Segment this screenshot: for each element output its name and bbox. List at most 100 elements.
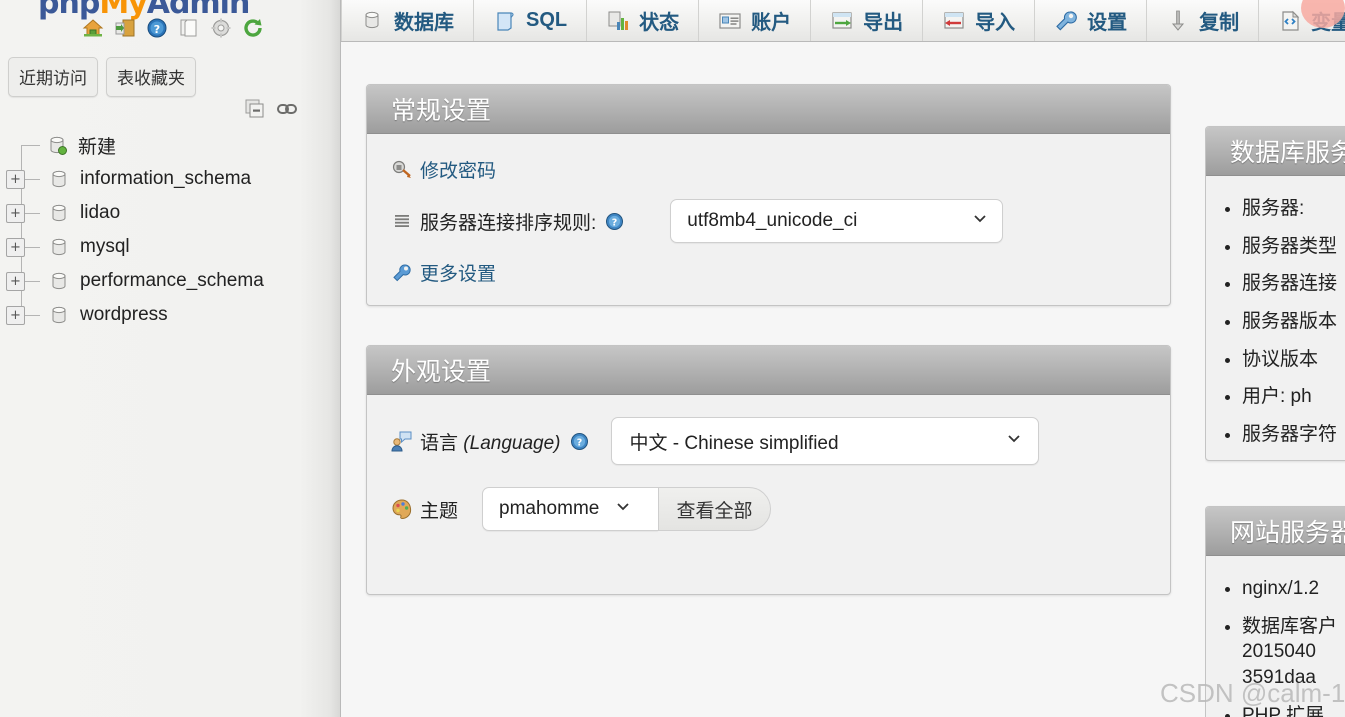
nav-tab-label: 状态 xyxy=(639,12,680,34)
collapse-all-icon[interactable] xyxy=(244,98,266,120)
server-info-item: 协议版本 xyxy=(1242,347,1345,373)
db-tree-label[interactable]: 新建 xyxy=(78,132,116,159)
language-label-en: (Language) xyxy=(463,432,561,454)
sidebar-tab-favorites[interactable]: 表收藏夹 xyxy=(106,57,196,97)
more-settings-link[interactable]: 更多设置 xyxy=(420,259,496,286)
db-tree-row[interactable]: 新建 xyxy=(0,128,340,162)
navigation-sidebar: phpMyAdmin ? 近期访问 表收藏夹 新建 + information_… xyxy=(0,0,341,717)
wrench-icon xyxy=(1054,9,1078,33)
theme-control-group: pmahomme 查看全部 xyxy=(482,487,772,531)
nav-tab-label: SQL xyxy=(526,9,568,31)
db-tree-row[interactable]: + lidao xyxy=(0,196,340,230)
db-tree-row[interactable]: + performance_schema xyxy=(0,264,340,298)
database-icon xyxy=(48,236,70,258)
general-settings-panel: 常规设置 修改密码 服务器连接排序规则: ? utf8mb4_unicode_c… xyxy=(366,84,1171,306)
collation-select[interactable]: utf8mb4_unicode_ci xyxy=(670,199,1004,243)
expand-toggle-icon[interactable]: + xyxy=(6,203,25,223)
change-password-link[interactable]: 修改密码 xyxy=(420,156,496,183)
refresh-icon[interactable] xyxy=(242,17,264,39)
appearance-settings-panel: 外观设置 语言 (Language) ? 中文 - Chinese simpli… xyxy=(366,345,1171,595)
nav-tab-label: 设置 xyxy=(1087,12,1128,34)
list-lines-icon xyxy=(391,210,413,232)
nav-tab-label: 导入 xyxy=(975,12,1016,34)
home-icon[interactable] xyxy=(82,17,104,39)
database-icon xyxy=(361,9,385,33)
link-toggle-icon[interactable] xyxy=(276,98,298,120)
svg-text:?: ? xyxy=(576,437,582,448)
db-tree-row[interactable]: + mysql xyxy=(0,230,340,264)
db-tree-label[interactable]: performance_schema xyxy=(80,270,264,292)
database-server-list: 服务器: 服务器类型服务器连接服务器版本协议版本用户: ph 服务器字符 xyxy=(1206,176,1345,447)
database-icon xyxy=(48,304,70,326)
theme-selected-value: pmahomme xyxy=(499,498,600,519)
nav-tab-8[interactable]: 复制 xyxy=(1147,0,1260,41)
database-icon xyxy=(48,168,70,190)
palette-icon xyxy=(391,498,413,520)
wrench-icon xyxy=(391,262,413,284)
language-label: 语言 (Language) xyxy=(420,428,561,455)
general-settings-body: 修改密码 服务器连接排序规则: ? utf8mb4_unicode_ci 更多设… xyxy=(367,134,1170,305)
server-info-column: 数据库服务器 服务器: 服务器类型服务器连接服务器版本协议版本用户: ph 服务器字… xyxy=(1205,84,1345,717)
key-lock-icon xyxy=(391,159,413,181)
db-tree-label[interactable]: wordpress xyxy=(80,304,168,326)
language-selected-value: 中文 - Chinese simplified xyxy=(629,432,839,454)
db-tree-label[interactable]: mysql xyxy=(80,236,130,258)
server-info-item: 服务器连接 xyxy=(1242,271,1345,297)
expand-toggle-icon[interactable]: + xyxy=(6,237,25,257)
nav-tab-label: 导出 xyxy=(863,12,904,34)
nav-tab-4[interactable]: 账户 xyxy=(699,0,812,41)
theme-row: 主题 pmahomme 查看全部 xyxy=(391,487,1146,531)
docs-help-icon[interactable]: ? xyxy=(146,17,168,39)
sidebar-icon-bar: ? xyxy=(82,17,264,39)
web-server-panel: 网站服务器 nginx/1.2 数据库客户20150403591daa PHP 扩展… xyxy=(1205,506,1345,717)
more-settings-row: 更多设置 xyxy=(391,259,1146,286)
import-icon xyxy=(942,9,966,33)
sidebar-tab-recent[interactable]: 近期访问 xyxy=(8,57,98,97)
doc-copy-icon[interactable] xyxy=(178,17,200,39)
main-content: 常规设置 修改密码 服务器连接排序规则: ? utf8mb4_unicode_c… xyxy=(341,42,1345,717)
server-info-item: 服务器: xyxy=(1242,196,1345,222)
nav-tab-7[interactable]: 设置 xyxy=(1035,0,1148,41)
web-server-list: nginx/1.2数据库客户20150403591daaPHP 扩展PHP 版本 xyxy=(1206,556,1345,717)
theme-select[interactable]: pmahomme xyxy=(482,487,659,531)
tree-connector-horizontal xyxy=(21,145,40,146)
nav-tab-2[interactable]: SQL xyxy=(474,0,588,41)
db-tree-row[interactable]: + wordpress xyxy=(0,298,340,332)
expand-toggle-icon[interactable]: + xyxy=(6,169,25,189)
expand-toggle-icon[interactable]: + xyxy=(6,271,25,291)
database-tree: 新建 + information_schema + lidao + mysql + pe… xyxy=(0,128,340,332)
status-chart-icon xyxy=(606,9,630,33)
main-tab-bar: 数据库SQL状态账户导出导入设置复制变量 xyxy=(341,0,1345,42)
db-tree-row[interactable]: + information_schema xyxy=(0,162,340,196)
collation-selected-value: utf8mb4_unicode_ci xyxy=(687,210,858,231)
gear-icon[interactable] xyxy=(210,17,232,39)
general-settings-title: 常规设置 xyxy=(367,85,1170,134)
help-icon-collation[interactable]: ? xyxy=(605,212,624,231)
appearance-settings-body: 语言 (Language) ? 中文 - Chinese simplified xyxy=(367,395,1170,555)
nav-tab-1[interactable]: 数据库 xyxy=(341,0,474,41)
nav-tab-6[interactable]: 导入 xyxy=(923,0,1036,41)
db-tree-label[interactable]: lidao xyxy=(80,202,120,224)
chevron-down-icon xyxy=(972,210,988,232)
database-icon xyxy=(48,270,70,292)
view-all-themes-button[interactable]: 查看全部 xyxy=(658,487,772,531)
database-server-title: 数据库服务器 xyxy=(1206,127,1345,176)
collation-row: 服务器连接排序规则: ? utf8mb4_unicode_ci xyxy=(391,199,1146,243)
variables-icon xyxy=(1278,9,1302,33)
server-info-item: 服务器字符 xyxy=(1242,422,1345,448)
web-info-item: PHP 扩展 xyxy=(1242,703,1345,717)
server-info-item: 用户: ph xyxy=(1242,384,1345,410)
language-row: 语言 (Language) ? 中文 - Chinese simplified xyxy=(391,417,1146,465)
nav-tab-label: 数据库 xyxy=(394,12,454,34)
nav-tab-3[interactable]: 状态 xyxy=(587,0,700,41)
help-icon-language[interactable]: ? xyxy=(570,432,589,451)
expand-toggle-icon[interactable]: + xyxy=(6,305,25,325)
logout-icon[interactable] xyxy=(114,17,136,39)
nav-tab-5[interactable]: 导出 xyxy=(811,0,924,41)
language-select[interactable]: 中文 - Chinese simplified xyxy=(610,417,1039,465)
database-server-panel: 数据库服务器 服务器: 服务器类型服务器连接服务器版本协议版本用户: ph 服务器字… xyxy=(1205,126,1345,461)
language-speech-icon xyxy=(391,430,413,452)
collation-label: 服务器连接排序规则: xyxy=(420,212,597,234)
server-info-item: 服务器版本 xyxy=(1242,309,1345,335)
db-tree-label[interactable]: information_schema xyxy=(80,168,251,190)
